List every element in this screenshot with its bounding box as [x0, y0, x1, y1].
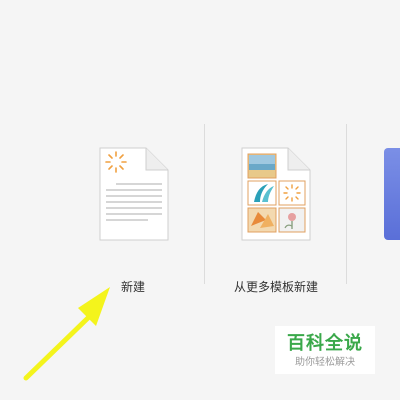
watermark: 百科全说 助你轻松解决: [275, 326, 375, 374]
watermark-title: 百科全说: [287, 333, 363, 354]
watermark-subtitle: 助你轻松解决: [295, 357, 355, 368]
